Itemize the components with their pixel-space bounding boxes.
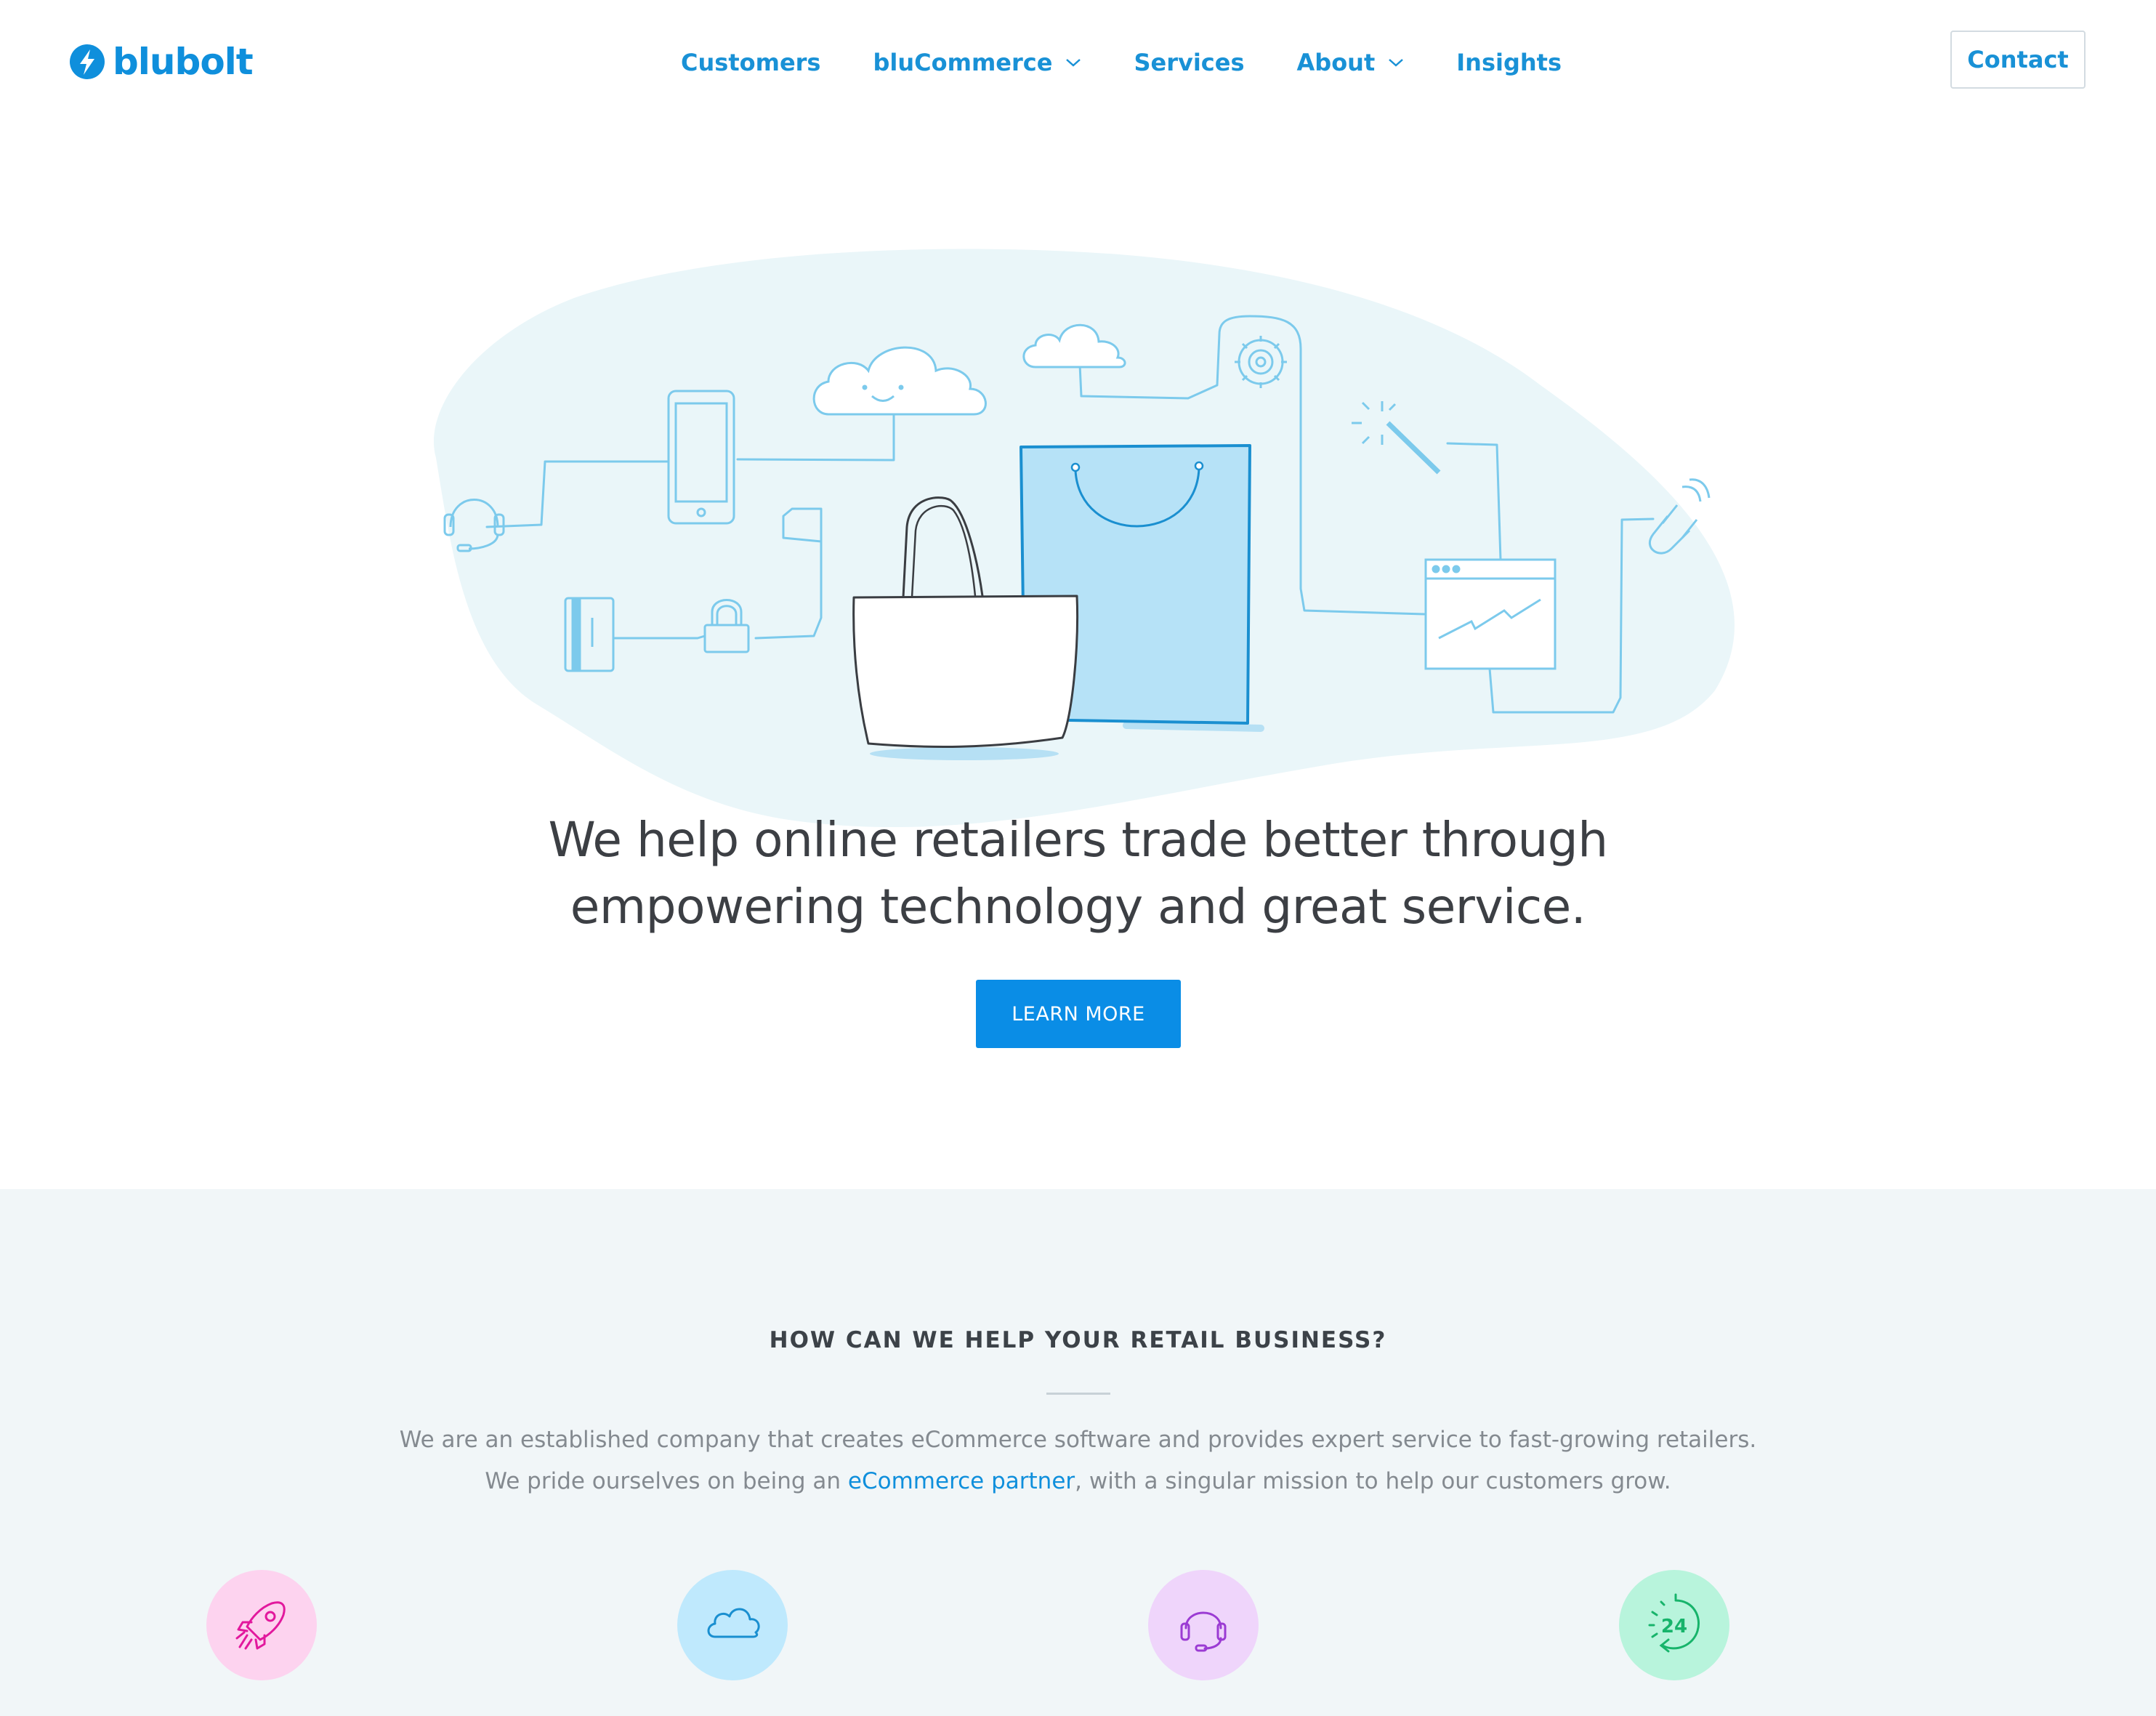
description-text: We pride ourselves on being an <box>485 1468 848 1494</box>
description-text: , with a singular mission to help our cu… <box>1075 1468 1671 1494</box>
bolt-icon <box>70 44 105 79</box>
nav-item-services[interactable]: Services <box>1134 49 1244 76</box>
ecommerce-partner-link[interactable]: eCommerce partner <box>848 1468 1075 1494</box>
section-title: HOW CAN WE HELP YOUR RETAIL BUSINESS? <box>769 1327 1387 1353</box>
nav-label: bluCommerce <box>873 49 1053 76</box>
rocket-icon <box>235 1601 286 1650</box>
nav-label: Services <box>1134 49 1245 76</box>
brand-name: blubolt <box>113 41 254 83</box>
description-line: We are an established company that creat… <box>399 1427 1757 1453</box>
nav-item-insights[interactable]: Insights <box>1456 49 1562 76</box>
logo[interactable]: blubolt <box>69 41 254 83</box>
hero-headline-line: We help online retailers trade better th… <box>548 812 1608 868</box>
nav-label: Insights <box>1456 49 1562 76</box>
nav-item-customers[interactable]: Customers <box>681 49 820 76</box>
nav-item-about[interactable]: About <box>1297 49 1405 76</box>
feature-rocket <box>206 1570 317 1680</box>
browser-chart-icon <box>1424 558 1557 670</box>
chevron-down-icon <box>1066 59 1081 67</box>
support-24-icon: 24 <box>1648 1593 1700 1653</box>
help-section: HOW CAN WE HELP YOUR RETAIL BUSINESS? We… <box>0 1189 2156 1716</box>
cloud-icon <box>707 1608 760 1638</box>
feature-24-7: 24 <box>1619 1570 1729 1680</box>
nav-label: About <box>1296 49 1376 76</box>
feature-cloud <box>677 1570 788 1680</box>
nav-label: Customers <box>681 49 821 76</box>
hero-headline-line: empowering technology and great service. <box>570 879 1586 935</box>
section-description: We are an established company that creat… <box>276 1419 1880 1502</box>
headset-icon <box>1180 1611 1227 1652</box>
site-header: blubolt Customers bluCommerce Services A… <box>0 0 2156 124</box>
contact-button[interactable]: Contact <box>1950 31 2086 89</box>
learn-more-button[interactable]: LEARN MORE <box>976 980 1181 1048</box>
main-nav: Customers bluCommerce Services About Ins… <box>681 42 1562 83</box>
feature-support <box>1148 1570 1259 1680</box>
nav-item-blucommerce[interactable]: bluCommerce <box>873 49 1081 76</box>
divider <box>1046 1393 1110 1395</box>
description-line: We pride ourselves on being an eCommerce… <box>276 1461 1880 1502</box>
hero-illustration <box>433 249 1735 828</box>
hero-headline: We help online retailers trade better th… <box>436 807 1720 940</box>
svg-text:24: 24 <box>1661 1616 1687 1638</box>
chevron-down-icon <box>1389 59 1404 67</box>
